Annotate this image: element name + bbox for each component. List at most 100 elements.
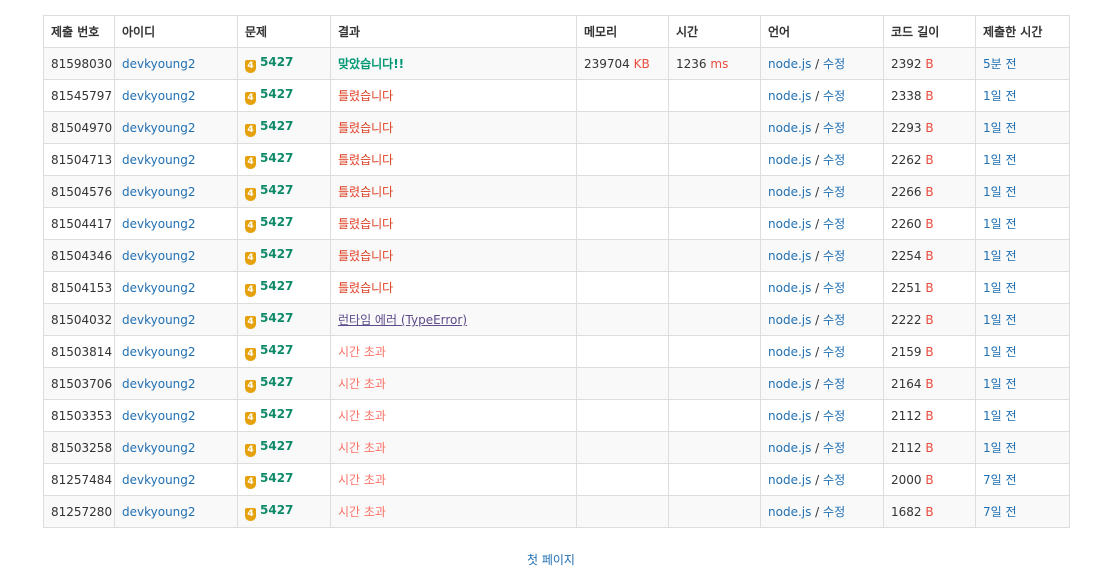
submitted-time-link[interactable]: 1일 전 — [983, 217, 1017, 231]
problem-cell: 4 5427 — [237, 79, 331, 112]
submitted-time-link[interactable]: 1일 전 — [983, 441, 1017, 455]
submitted-time-link[interactable]: 1일 전 — [983, 377, 1017, 391]
problem-link[interactable]: 5427 — [260, 183, 293, 197]
problem-link[interactable]: 5427 — [260, 55, 293, 69]
edit-link[interactable]: 수정 — [823, 185, 845, 199]
edit-link[interactable]: 수정 — [823, 409, 845, 423]
user-link[interactable]: devkyoung2 — [122, 89, 196, 103]
language-link[interactable]: node.js — [768, 57, 811, 71]
edit-link[interactable]: 수정 — [823, 89, 845, 103]
submitted-time-link[interactable]: 1일 전 — [983, 313, 1017, 327]
language-link[interactable]: node.js — [768, 89, 811, 103]
submission-id: 81257484 — [43, 463, 115, 496]
edit-link[interactable]: 수정 — [823, 153, 845, 167]
submitted-time-link[interactable]: 5분 전 — [983, 57, 1017, 71]
user-link[interactable]: devkyoung2 — [122, 153, 196, 167]
problem-link[interactable]: 5427 — [260, 119, 293, 133]
problem-link[interactable]: 5427 — [260, 215, 293, 229]
submitted-time-link[interactable]: 1일 전 — [983, 409, 1017, 423]
problem-link[interactable]: 5427 — [260, 407, 293, 421]
user-cell: devkyoung2 — [114, 399, 238, 432]
gold-tier-shield-icon: 4 — [245, 507, 256, 521]
user-link[interactable]: devkyoung2 — [122, 121, 196, 135]
problem-link[interactable]: 5427 — [260, 87, 293, 101]
edit-link[interactable]: 수정 — [823, 377, 845, 391]
language-cell: node.js / 수정 — [760, 175, 884, 208]
language-link[interactable]: node.js — [768, 473, 811, 487]
edit-link[interactable]: 수정 — [823, 505, 845, 519]
problem-link[interactable]: 5427 — [260, 311, 293, 325]
edit-link[interactable]: 수정 — [823, 345, 845, 359]
problem-link[interactable]: 5427 — [260, 503, 293, 517]
user-link[interactable]: devkyoung2 — [122, 217, 196, 231]
edit-link[interactable]: 수정 — [823, 441, 845, 455]
submitted-time-link[interactable]: 1일 전 — [983, 185, 1017, 199]
problem-link[interactable]: 5427 — [260, 375, 293, 389]
problem-link[interactable]: 5427 — [260, 247, 293, 261]
problem-link[interactable]: 5427 — [260, 471, 293, 485]
memory-cell — [576, 207, 669, 240]
edit-link[interactable]: 수정 — [823, 473, 845, 487]
user-link[interactable]: devkyoung2 — [122, 409, 196, 423]
language-link[interactable]: node.js — [768, 377, 811, 391]
edit-link[interactable]: 수정 — [823, 217, 845, 231]
submitted-time-link[interactable]: 1일 전 — [983, 121, 1017, 135]
submission-id: 81503353 — [43, 399, 115, 432]
result-cell: 런타임 에러 (TypeError) — [330, 303, 577, 336]
submitted-time-link[interactable]: 1일 전 — [983, 281, 1017, 295]
problem-link[interactable]: 5427 — [260, 279, 293, 293]
user-link[interactable]: devkyoung2 — [122, 345, 196, 359]
language-link[interactable]: node.js — [768, 281, 811, 295]
user-link[interactable]: devkyoung2 — [122, 57, 196, 71]
user-link[interactable]: devkyoung2 — [122, 313, 196, 327]
memory-cell — [576, 303, 669, 336]
problem-link[interactable]: 5427 — [260, 343, 293, 357]
first-page-link[interactable]: 첫 페이지 — [527, 553, 575, 567]
result-cell: 시간 초과 — [330, 335, 577, 368]
user-link[interactable]: devkyoung2 — [122, 377, 196, 391]
column-header: 아이디 — [114, 15, 238, 48]
submitted-time-link[interactable]: 1일 전 — [983, 249, 1017, 263]
code-length-unit: B — [925, 344, 934, 359]
language-link[interactable]: node.js — [768, 505, 811, 519]
submitted-time-link[interactable]: 7일 전 — [983, 505, 1017, 519]
gold-tier-shield-icon: 4 — [245, 347, 256, 361]
user-link[interactable]: devkyoung2 — [122, 505, 196, 519]
submitted-time-link[interactable]: 7일 전 — [983, 473, 1017, 487]
edit-link[interactable]: 수정 — [823, 121, 845, 135]
edit-link[interactable]: 수정 — [823, 57, 845, 71]
language-link[interactable]: node.js — [768, 313, 811, 327]
edit-link[interactable]: 수정 — [823, 313, 845, 327]
problem-link[interactable]: 5427 — [260, 151, 293, 165]
user-link[interactable]: devkyoung2 — [122, 441, 196, 455]
language-link[interactable]: node.js — [768, 153, 811, 167]
code-length-value: 2222 — [891, 312, 922, 327]
language-link[interactable]: node.js — [768, 249, 811, 263]
user-link[interactable]: devkyoung2 — [122, 249, 196, 263]
language-separator: / — [811, 409, 824, 423]
code-length-cell: 2251 B — [883, 271, 976, 304]
edit-link[interactable]: 수정 — [823, 249, 845, 263]
gold-tier-shield-icon: 4 — [245, 379, 256, 393]
submitted-time-link[interactable]: 1일 전 — [983, 153, 1017, 167]
user-link[interactable]: devkyoung2 — [122, 473, 196, 487]
problem-cell: 4 5427 — [237, 111, 331, 144]
language-link[interactable]: node.js — [768, 441, 811, 455]
language-link[interactable]: node.js — [768, 121, 811, 135]
time-cell — [668, 431, 761, 464]
status-table: 제출 번호 아이디 문제 결과 메모리 시간 언어 코드 길이 제출한 시간 81598030 d… — [43, 15, 1070, 528]
result-link[interactable]: 런타임 에러 (TypeError) — [338, 313, 467, 327]
language-separator: / — [811, 57, 824, 71]
language-link[interactable]: node.js — [768, 345, 811, 359]
code-length-unit: B — [925, 312, 934, 327]
edit-link[interactable]: 수정 — [823, 281, 845, 295]
result-text: 틀렸습니다 — [338, 89, 394, 103]
problem-link[interactable]: 5427 — [260, 439, 293, 453]
user-link[interactable]: devkyoung2 — [122, 185, 196, 199]
language-link[interactable]: node.js — [768, 185, 811, 199]
user-link[interactable]: devkyoung2 — [122, 281, 196, 295]
submitted-time-link[interactable]: 1일 전 — [983, 89, 1017, 103]
language-link[interactable]: node.js — [768, 217, 811, 231]
language-link[interactable]: node.js — [768, 409, 811, 423]
submitted-time-link[interactable]: 1일 전 — [983, 345, 1017, 359]
